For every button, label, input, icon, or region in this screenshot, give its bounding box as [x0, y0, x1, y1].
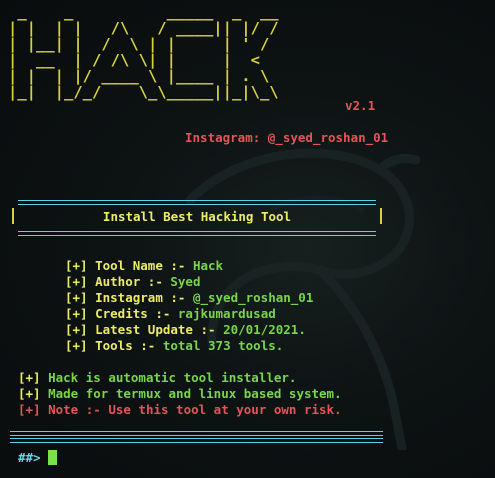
hack-ascii-logo: _ _ _____ _ __ | | | | /\ / ____|| |/ / … [8, 3, 279, 101]
terminal-window[interactable]: _ _ _____ _ __ | | | | /\ / ____|| |/ / … [0, 0, 495, 478]
input-cursor[interactable] [48, 450, 57, 465]
note-line-platform: [+] Made for termux and linux based syst… [18, 386, 342, 401]
info-line-instagram: [+] Instagram :- @_syed_roshan_01 [65, 290, 314, 305]
title-bottom-divider [18, 231, 376, 236]
bottom-divider-upper [10, 431, 383, 436]
version-label: v2.1 [345, 98, 376, 113]
top-divider [18, 200, 376, 205]
info-line-credits: [+] Credits :- rajkumardusad [65, 306, 276, 321]
note-line-installer: [+] Hack is automatic tool installer. [18, 370, 297, 385]
instagram-credit: Instagram: @_syed_roshan_01 [185, 130, 389, 145]
info-line-tool-name: [+] Tool Name :- Hack [65, 258, 224, 273]
note-line-warning: [+] Note :- Use this tool at your own ri… [18, 402, 342, 417]
title-right-bar [380, 208, 382, 224]
info-line-author: [+] Author :- Syed [65, 274, 201, 289]
install-title: Install Best Hacking Tool [102, 209, 292, 224]
title-left-bar [12, 208, 14, 224]
command-prompt: ##> [18, 450, 41, 465]
info-line-latest-update: [+] Latest Update :- 20/01/2021. [65, 322, 306, 337]
bottom-divider-lower [10, 438, 383, 443]
info-line-tools: [+] Tools :- total 373 tools. [65, 338, 284, 353]
